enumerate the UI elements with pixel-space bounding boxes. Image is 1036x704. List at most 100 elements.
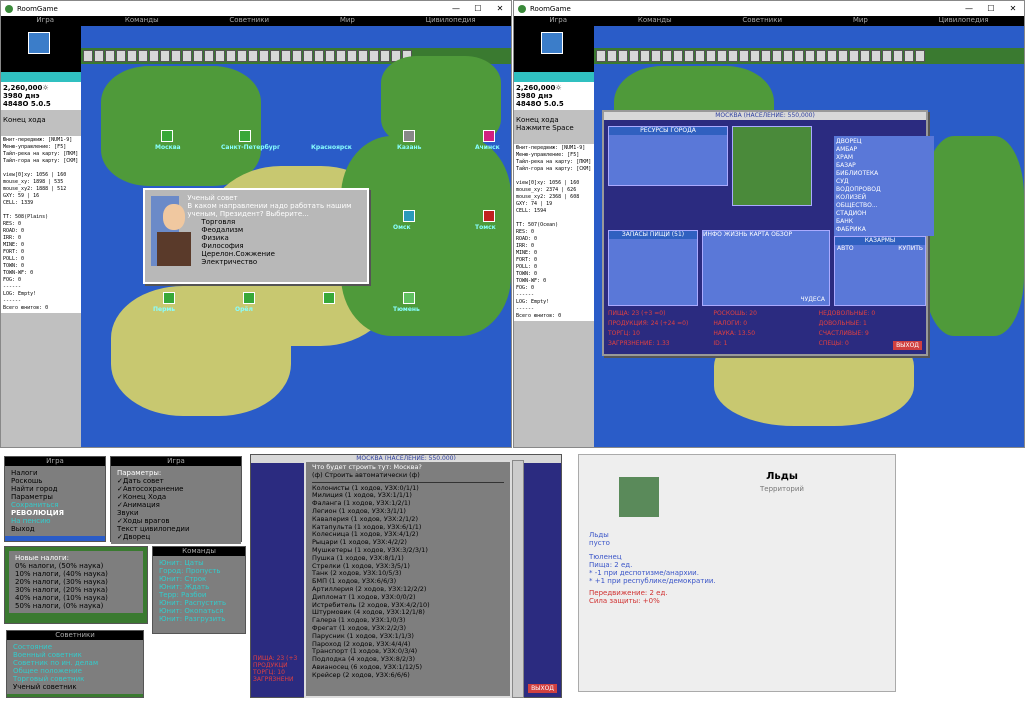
building-item[interactable]: СТАДИОН: [836, 210, 932, 218]
turn-status[interactable]: Конец хода Нажмите Space: [514, 110, 594, 138]
city-label[interactable]: Красноярск: [311, 144, 352, 151]
menu-civilopedia[interactable]: Цивилопедия: [422, 16, 480, 26]
turn-status[interactable]: Конец хода: [1, 110, 81, 130]
advisor-item[interactable]: Ученый советник: [13, 683, 137, 691]
maximize-button[interactable]: ☐: [980, 4, 1002, 13]
buy-button[interactable]: КУПИТЬ: [898, 245, 923, 252]
command-item[interactable]: Город: Пропусть: [159, 567, 239, 575]
menu-item-revolution[interactable]: РЕВОЛЮЦИЯ: [11, 509, 99, 517]
option-animation[interactable]: ✓Анимация: [117, 501, 235, 509]
command-item[interactable]: Юнит: Распустить: [159, 599, 239, 607]
advisor-item[interactable]: Общее положение: [13, 667, 137, 675]
menu-world[interactable]: Мир: [336, 16, 359, 26]
minimap-viewport[interactable]: [28, 32, 50, 54]
menu-game[interactable]: Игра: [545, 16, 571, 26]
menu-commands[interactable]: Команды: [634, 16, 676, 26]
fragment-exit-button[interactable]: ВЫХОД: [528, 684, 557, 693]
city-label[interactable]: Орёл: [235, 306, 253, 313]
city-label[interactable]: Пермь: [153, 306, 175, 313]
option-enemy-moves[interactable]: ✓Ходы врагов: [117, 517, 235, 525]
building-item[interactable]: КОЛИЗЕЙ: [836, 194, 932, 202]
build-popup-scrollbar[interactable]: [512, 460, 524, 698]
menu-item-taxes[interactable]: Налоги: [11, 469, 99, 477]
close-button[interactable]: ✕: [1002, 4, 1024, 13]
exit-button[interactable]: ВЫХОД: [893, 341, 922, 350]
building-item[interactable]: ДВОРЕЦ: [836, 138, 932, 146]
maximize-button[interactable]: ☐: [467, 4, 489, 13]
menu-world[interactable]: Мир: [849, 16, 872, 26]
option-autosave[interactable]: ✓Автосохранение: [117, 485, 235, 493]
city-label[interactable]: Санкт-Петербург: [221, 144, 280, 151]
option-civilopedia-text[interactable]: Текст цивилопедии: [117, 525, 235, 533]
menu-item-exit[interactable]: Выход: [11, 525, 99, 533]
advisor-option[interactable]: Церелон.Сожжение: [187, 250, 365, 258]
building-item[interactable]: БИБЛИОТЕКА: [836, 170, 932, 178]
advisor-option[interactable]: Торговля: [187, 218, 365, 226]
option-sound[interactable]: Звуки: [117, 509, 235, 517]
command-item[interactable]: Терр: Разбои: [159, 591, 239, 599]
command-item[interactable]: Юнит: Разгрузить: [159, 615, 239, 623]
building-item[interactable]: СУД: [836, 178, 932, 186]
menu-civilopedia[interactable]: Цивилопедия: [935, 16, 993, 26]
city-label[interactable]: Ачинск: [475, 144, 500, 151]
building-item[interactable]: ХРАМ: [836, 154, 932, 162]
minimize-button[interactable]: —: [445, 4, 467, 13]
city-label[interactable]: Омск: [393, 224, 411, 231]
minimap[interactable]: [514, 26, 594, 72]
tax-option[interactable]: 20% налоги, (30% наука): [15, 578, 137, 586]
option-palace[interactable]: ✓Дворец: [117, 533, 235, 541]
tab-map[interactable]: КАРТА: [749, 231, 769, 238]
command-item[interactable]: Юнит: Цаты: [159, 559, 239, 567]
city-label[interactable]: Тюмень: [393, 306, 420, 313]
city-label[interactable]: Казань: [397, 144, 421, 151]
minimize-button[interactable]: —: [958, 4, 980, 13]
minimap[interactable]: [1, 26, 81, 72]
menu-game[interactable]: Игра: [32, 16, 58, 26]
tax-option[interactable]: 50% налоги, (0% наука): [15, 602, 137, 610]
menu-item-find-city[interactable]: Найти город: [11, 485, 99, 493]
tab-life[interactable]: ЖИЗНЬ: [724, 231, 747, 238]
advisor-option[interactable]: Философия: [187, 242, 365, 250]
tab-info[interactable]: ИНФО: [703, 231, 722, 238]
option-advice[interactable]: ✓Дать совет: [117, 477, 235, 485]
advisor-option[interactable]: Электричество: [187, 258, 365, 266]
building-item[interactable]: ФАБРИКА: [836, 226, 932, 234]
option-end-turn[interactable]: ✓Конец Хода: [117, 493, 235, 501]
building-item[interactable]: ОБЩЕСТВО...: [836, 202, 932, 210]
tax-option[interactable]: 0% налоги, (50% наука): [15, 562, 137, 570]
auto-button[interactable]: АВТО: [837, 245, 854, 252]
world-map[interactable]: Москва Санкт-Петербург Красноярск Казань…: [81, 26, 511, 447]
advisor-item[interactable]: Состояние: [13, 643, 137, 651]
minimap-viewport[interactable]: [541, 32, 563, 54]
menu-advisors[interactable]: Советники: [738, 16, 786, 26]
building-item[interactable]: БАНК: [836, 218, 932, 226]
advisor-item[interactable]: Торговый советник: [13, 675, 137, 683]
build-option[interactable]: Крейсер (2 ходов, УЗХ:6/6/6): [312, 671, 504, 680]
world-map[interactable]: МОСКВА (НАСЕЛЕНИЕ: 550,000) РЕСУРСЫ ГОРО…: [594, 26, 1024, 447]
command-item[interactable]: Юнит: Окопаться: [159, 607, 239, 615]
menu-item-luxury[interactable]: Роскошь: [11, 477, 99, 485]
command-item[interactable]: Юнит: Строк: [159, 575, 239, 583]
advisor-item[interactable]: Военный советник: [13, 651, 137, 659]
tab-overview[interactable]: ОБЗОР: [771, 231, 792, 238]
close-button[interactable]: ✕: [489, 4, 511, 13]
city-map[interactable]: [732, 126, 812, 206]
tax-option[interactable]: 40% налоги, (10% наука): [15, 594, 137, 602]
command-item[interactable]: Юнит: Ждать: [159, 583, 239, 591]
city-label[interactable]: Томск: [475, 224, 496, 231]
tax-option[interactable]: 30% налоги, (20% наука): [15, 586, 137, 594]
menu-item-save[interactable]: Сохраниться: [11, 501, 99, 509]
building-item[interactable]: АМБАР: [836, 146, 932, 154]
building-item[interactable]: БАЗАР: [836, 162, 932, 170]
menu-item-retire[interactable]: На пенсию: [11, 517, 99, 525]
menu-advisors[interactable]: Советники: [225, 16, 273, 26]
building-item[interactable]: ВОДОПРОВОД: [836, 186, 932, 194]
build-auto-option[interactable]: (ф) Строить автоматически (ф): [312, 471, 504, 480]
menu-commands[interactable]: Команды: [121, 16, 163, 26]
menu-item-options[interactable]: Параметры: [11, 493, 99, 501]
advisor-item[interactable]: Советник по ин. делам: [13, 659, 137, 667]
advisor-option[interactable]: Физика: [187, 234, 365, 242]
tax-option[interactable]: 10% налоги, (40% наука): [15, 570, 137, 578]
advisor-option[interactable]: Феодализм: [187, 226, 365, 234]
city-label[interactable]: Москва: [155, 144, 181, 151]
